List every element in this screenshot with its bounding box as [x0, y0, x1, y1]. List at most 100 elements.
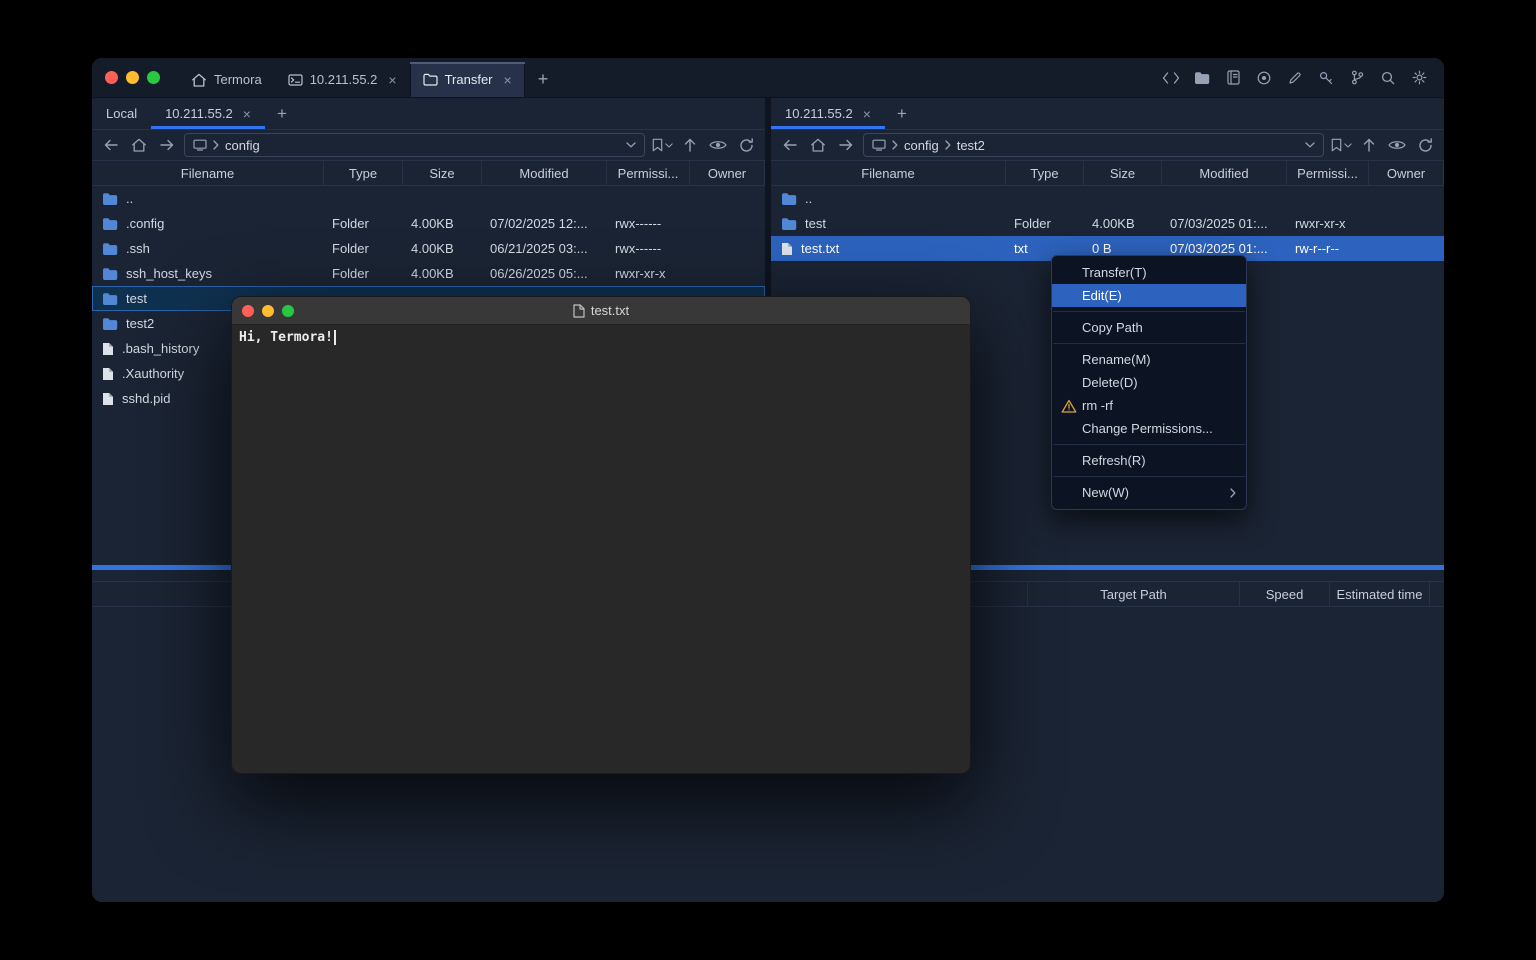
menu-item-change-permissions[interactable]: Change Permissions...: [1052, 417, 1246, 440]
chevron-right-icon: [213, 140, 219, 150]
menu-item-new[interactable]: New(W): [1052, 481, 1246, 504]
path-bar[interactable]: config test2: [863, 133, 1324, 157]
back-button[interactable]: [779, 134, 801, 156]
editor-titlebar[interactable]: test.txt: [232, 297, 970, 325]
new-tab-button[interactable]: +: [525, 62, 562, 97]
column-header-size[interactable]: Size: [1084, 161, 1162, 185]
menu-item-label: Transfer(T): [1082, 265, 1147, 280]
file-name: test2: [126, 316, 154, 331]
keys-button[interactable]: [1313, 65, 1339, 91]
home-button[interactable]: [128, 134, 150, 156]
column-header-owner[interactable]: Owner: [690, 161, 765, 185]
record-icon: [1257, 71, 1271, 85]
new-panel-tab-button[interactable]: +: [885, 98, 919, 129]
minimize-window-button[interactable]: [262, 305, 274, 317]
column-header-owner[interactable]: Owner: [1369, 161, 1444, 185]
tab-remote-host[interactable]: 10.211.55.2 ×: [151, 98, 265, 129]
menu-item-transfer[interactable]: Transfer(T): [1052, 261, 1246, 284]
minimize-window-button[interactable]: [126, 71, 139, 84]
menu-item-label: Copy Path: [1082, 320, 1143, 335]
menu-separator: [1053, 444, 1245, 445]
file-modified: 06/26/2025 05:...: [482, 266, 607, 281]
file-size: 4.00KB: [403, 241, 482, 256]
tab-remote-host[interactable]: 10.211.55.2 ×: [771, 98, 885, 129]
close-icon[interactable]: ×: [388, 73, 396, 87]
forward-button[interactable]: [835, 134, 857, 156]
tab-label: 10.211.55.2: [165, 106, 233, 121]
column-header-size[interactable]: Size: [403, 161, 482, 185]
menu-item-refresh[interactable]: Refresh(R): [1052, 449, 1246, 472]
journal-button[interactable]: [1220, 65, 1246, 91]
menu-item-delete[interactable]: Delete(D): [1052, 371, 1246, 394]
file-name: .ssh: [126, 241, 150, 256]
column-header-type[interactable]: Type: [1006, 161, 1084, 185]
refresh-button[interactable]: [1414, 134, 1436, 156]
refresh-button[interactable]: [735, 134, 757, 156]
column-header-type[interactable]: Type: [324, 161, 403, 185]
column-header-permissions[interactable]: Permissi...: [1287, 161, 1369, 185]
path-segment[interactable]: config: [904, 138, 939, 153]
file-row[interactable]: ..: [92, 186, 765, 211]
column-header-modified[interactable]: Modified: [1162, 161, 1287, 185]
folder-icon: [102, 217, 118, 231]
chevron-down-icon[interactable]: [626, 142, 636, 148]
show-hidden-button[interactable]: [1386, 134, 1408, 156]
column-header-speed[interactable]: Speed: [1240, 582, 1330, 606]
file-row[interactable]: .ssh Folder 4.00KB 06/21/2025 03:... rwx…: [92, 236, 765, 261]
search-button[interactable]: [1375, 65, 1401, 91]
column-header-modified[interactable]: Modified: [482, 161, 607, 185]
parent-directory-button[interactable]: [1358, 134, 1380, 156]
path-bar[interactable]: config: [184, 133, 645, 157]
close-window-button[interactable]: [105, 71, 118, 84]
chevron-down-icon[interactable]: [1305, 142, 1315, 148]
menu-item-rename[interactable]: Rename(M): [1052, 348, 1246, 371]
bookmark-button[interactable]: [1330, 134, 1352, 156]
folder-icon: [781, 192, 797, 206]
parent-directory-button[interactable]: [679, 134, 701, 156]
new-panel-tab-button[interactable]: +: [265, 98, 299, 129]
column-header-target-path[interactable]: Target Path: [1028, 582, 1240, 606]
close-window-button[interactable]: [242, 305, 254, 317]
file-row[interactable]: test Folder 4.00KB 07/03/2025 01:... rwx…: [771, 211, 1444, 236]
chevron-right-icon: [1230, 488, 1236, 498]
path-segment[interactable]: config: [225, 138, 260, 153]
journal-icon: [1227, 70, 1240, 85]
zoom-window-button[interactable]: [282, 305, 294, 317]
tab-label: 10.211.55.2: [310, 72, 378, 87]
home-button[interactable]: [807, 134, 829, 156]
menu-item-rm-rf[interactable]: rm -rf: [1052, 394, 1246, 417]
bookmark-button[interactable]: [651, 134, 673, 156]
close-icon[interactable]: ×: [863, 107, 871, 121]
file-row[interactable]: .config Folder 4.00KB 07/02/2025 12:... …: [92, 211, 765, 236]
arrow-up-icon: [1363, 138, 1375, 152]
tab-termora[interactable]: Termora: [178, 62, 275, 97]
file-row[interactable]: ..: [771, 186, 1444, 211]
forward-button[interactable]: [156, 134, 178, 156]
files-button[interactable]: [1189, 65, 1215, 91]
show-hidden-button[interactable]: [707, 134, 729, 156]
column-header-permissions[interactable]: Permissi...: [607, 161, 690, 185]
branch-button[interactable]: [1344, 65, 1370, 91]
tab-transfer[interactable]: Transfer ×: [410, 62, 525, 97]
path-segment[interactable]: test2: [957, 138, 985, 153]
code-button[interactable]: [1158, 65, 1184, 91]
close-icon[interactable]: ×: [243, 107, 251, 121]
close-icon[interactable]: ×: [504, 73, 512, 87]
menu-item-copy-path[interactable]: Copy Path: [1052, 316, 1246, 339]
tab-host[interactable]: 10.211.55.2 ×: [275, 62, 410, 97]
tab-local[interactable]: Local: [92, 98, 151, 129]
menu-item-edit[interactable]: Edit(E): [1052, 284, 1246, 307]
back-button[interactable]: [100, 134, 122, 156]
editor-content[interactable]: Hi, Termora!: [232, 325, 970, 350]
zoom-window-button[interactable]: [147, 71, 160, 84]
edit-button[interactable]: [1282, 65, 1308, 91]
column-header-estimated-time[interactable]: Estimated time: [1330, 582, 1430, 606]
settings-button[interactable]: [1406, 65, 1432, 91]
column-header-filename[interactable]: Filename: [771, 161, 1006, 185]
column-header-filename[interactable]: Filename: [92, 161, 324, 185]
folder-icon: [102, 267, 118, 281]
search-icon: [1381, 71, 1395, 85]
record-button[interactable]: [1251, 65, 1277, 91]
editor-title-text: test.txt: [591, 303, 629, 318]
file-row[interactable]: ssh_host_keys Folder 4.00KB 06/26/2025 0…: [92, 261, 765, 286]
